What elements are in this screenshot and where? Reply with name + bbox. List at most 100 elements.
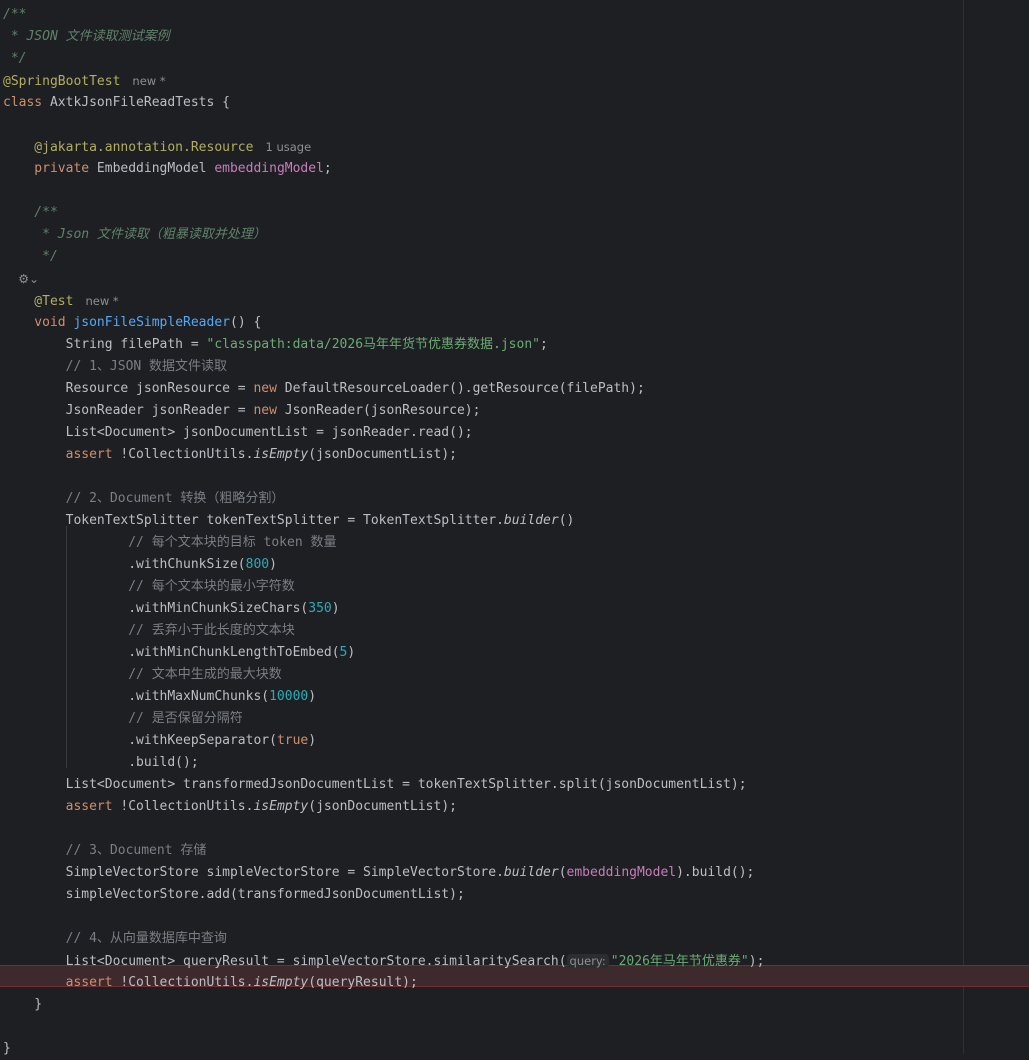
code-comment: // 丢弃小于此长度的文本块 (3, 623, 295, 638)
code-token: .withMaxNumChunks( (3, 689, 270, 704)
code-line[interactable]: // 文本中生成的最大块数 (3, 664, 282, 686)
code-token: simpleVectorStore.add(transformedJsonDoc… (3, 887, 465, 902)
code-line[interactable]: // 3、Document 存储 (3, 840, 207, 862)
code-line[interactable]: class AxtkJsonFileReadTests { (3, 92, 230, 114)
code-token: !CollectionUtils. (120, 975, 254, 990)
code-line[interactable]: void jsonFileSimpleReader() { (3, 312, 261, 334)
code-comment: // 1、JSON 数据文件读取 (3, 359, 228, 374)
code-line[interactable]: assert !CollectionUtils.isEmpty(jsonDocu… (3, 796, 457, 818)
code-line[interactable]: /** (3, 4, 26, 26)
code-token: EmbeddingModel (96, 161, 215, 176)
code-token: .withMinChunkLengthToEmbed( (3, 645, 340, 660)
code-comment: * JSON 文件读取测试案例 (3, 29, 170, 44)
code-line[interactable]: List<Document> queryResult = simpleVecto… (3, 950, 764, 972)
run-gutter-icon[interactable]: ⚙⌄ (3, 272, 39, 286)
code-line[interactable]: private EmbeddingModel embeddingModel; (3, 158, 332, 180)
code-token: isEmpty (253, 799, 309, 814)
code-token: private (3, 161, 97, 176)
code-line[interactable]: .withMaxNumChunks(10000) (3, 686, 316, 708)
code-token: AxtkJsonFileReadTests { (49, 95, 230, 110)
code-line[interactable]: /** (3, 202, 58, 224)
code-token: } (3, 997, 43, 1012)
code-token: ( (558, 865, 567, 880)
code-line[interactable]: // 是否保留分隔符 (3, 708, 243, 730)
code-token: !CollectionUtils. (120, 447, 254, 462)
code-token: void (3, 315, 74, 330)
code-token: assert (3, 447, 121, 462)
code-token: List<Document> queryResult = simpleVecto… (3, 954, 567, 969)
code-line[interactable]: assert !CollectionUtils.isEmpty(jsonDocu… (3, 444, 457, 466)
code-line[interactable]: .withKeepSeparator(true) (3, 730, 316, 752)
code-token: ); (748, 954, 765, 969)
code-token: ; (323, 161, 332, 176)
inlay-hint[interactable]: new * (120, 74, 165, 88)
code-line[interactable]: @jakarta.annotation.Resource 1 usage (3, 136, 311, 158)
code-line[interactable]: @Test new * (3, 290, 118, 312)
inlay-hint[interactable]: new * (73, 294, 118, 308)
string-literal: "classpath:data/2026马年年货节优惠券数据.json" (206, 337, 541, 352)
code-line[interactable]: // 丢弃小于此长度的文本块 (3, 620, 295, 642)
code-line[interactable]: ⚙⌄ (3, 268, 39, 290)
code-token: !CollectionUtils. (120, 799, 254, 814)
code-line[interactable]: // 2、Document 转换（粗略分割） (3, 488, 285, 510)
code-token: ) (269, 557, 277, 572)
code-line[interactable]: * Json 文件读取（粗暴读取并处理） (3, 224, 266, 246)
code-line[interactable]: } (3, 1038, 11, 1060)
code-comment: // 每个文本块的目标 token 数量 (3, 535, 337, 550)
string-literal: "2026年马年节优惠券" (610, 954, 749, 969)
code-comment: // 文本中生成的最大块数 (3, 667, 282, 682)
code-line[interactable]: assert !CollectionUtils.isEmpty(queryRes… (3, 972, 418, 994)
code-line[interactable]: // 4、从向量数据库中查询 (3, 928, 227, 950)
code-token: (jsonDocumentList); (308, 447, 457, 462)
code-line[interactable]: .build(); (3, 752, 198, 774)
code-token: class (3, 95, 50, 110)
code-line[interactable]: .withChunkSize(800) (3, 554, 277, 576)
code-line[interactable]: * JSON 文件读取测试案例 (3, 26, 170, 48)
code-line[interactable]: SimpleVectorStore simpleVectorStore = Si… (3, 862, 755, 884)
code-token: new (253, 381, 285, 396)
code-token: ; (540, 337, 548, 352)
code-editor[interactable]: /** * JSON 文件读取测试案例 */ @SpringBootTest new… (0, 0, 1029, 1056)
code-line[interactable]: .withMinChunkSizeChars(350) (3, 598, 339, 620)
code-comment: // 是否保留分隔符 (3, 711, 243, 726)
code-token: () (558, 513, 575, 528)
code-token: .withKeepSeparator( (3, 733, 277, 748)
code-comment: * Json 文件读取（粗暴读取并处理） (3, 227, 266, 242)
code-token: .withChunkSize( (3, 557, 246, 572)
code-line[interactable]: // 每个文本块的目标 token 数量 (3, 532, 337, 554)
code-token: builder (503, 513, 559, 528)
code-token: builder (503, 865, 559, 880)
code-token: @Test (3, 294, 74, 309)
code-comment: /** (3, 7, 27, 22)
code-token: ) (347, 645, 356, 660)
code-comment: // 2、Document 转换（粗略分割） (3, 491, 285, 506)
code-line[interactable]: */ (3, 246, 58, 268)
code-token: List<Document> jsonDocumentList = jsonRe… (3, 425, 473, 440)
code-token: ).build(); (676, 865, 755, 880)
code-line[interactable]: List<Document> transformedJsonDocumentLi… (3, 774, 747, 796)
code-line[interactable]: */ (3, 48, 27, 70)
code-token: TokenTextSplitter tokenTextSplitter = To… (3, 513, 504, 528)
code-line[interactable]: // 每个文本块的最小字符数 (3, 576, 295, 598)
code-token: 350 (308, 601, 332, 616)
code-comment: */ (3, 249, 58, 264)
code-line[interactable]: String filePath = "classpath:data/2026马年… (3, 334, 548, 356)
code-token: ) (308, 689, 317, 704)
code-token: embeddingModel (566, 865, 677, 880)
code-token: 10000 (269, 689, 309, 704)
code-line[interactable]: // 1、JSON 数据文件读取 (3, 356, 227, 378)
code-line[interactable]: } (3, 994, 42, 1016)
code-line[interactable]: Resource jsonResource = new DefaultResou… (3, 378, 645, 400)
code-token: @jakarta.annotation. (3, 140, 191, 155)
code-line[interactable]: @SpringBootTest new * (3, 70, 166, 92)
code-line[interactable]: simpleVectorStore.add(transformedJsonDoc… (3, 884, 465, 906)
code-comment: */ (3, 51, 27, 66)
code-line[interactable]: JsonReader jsonReader = new JsonReader(j… (3, 400, 481, 422)
code-line[interactable]: TokenTextSplitter tokenTextSplitter = To… (3, 510, 575, 532)
inlay-hint[interactable]: 1 usage (253, 140, 311, 154)
code-token: 800 (245, 557, 270, 572)
code-line[interactable]: List<Document> jsonDocumentList = jsonRe… (3, 422, 473, 444)
code-line[interactable]: .withMinChunkLengthToEmbed(5) (3, 642, 355, 664)
code-token: embeddingModel (214, 161, 324, 176)
code-comment: // 4、从向量数据库中查询 (3, 931, 227, 946)
